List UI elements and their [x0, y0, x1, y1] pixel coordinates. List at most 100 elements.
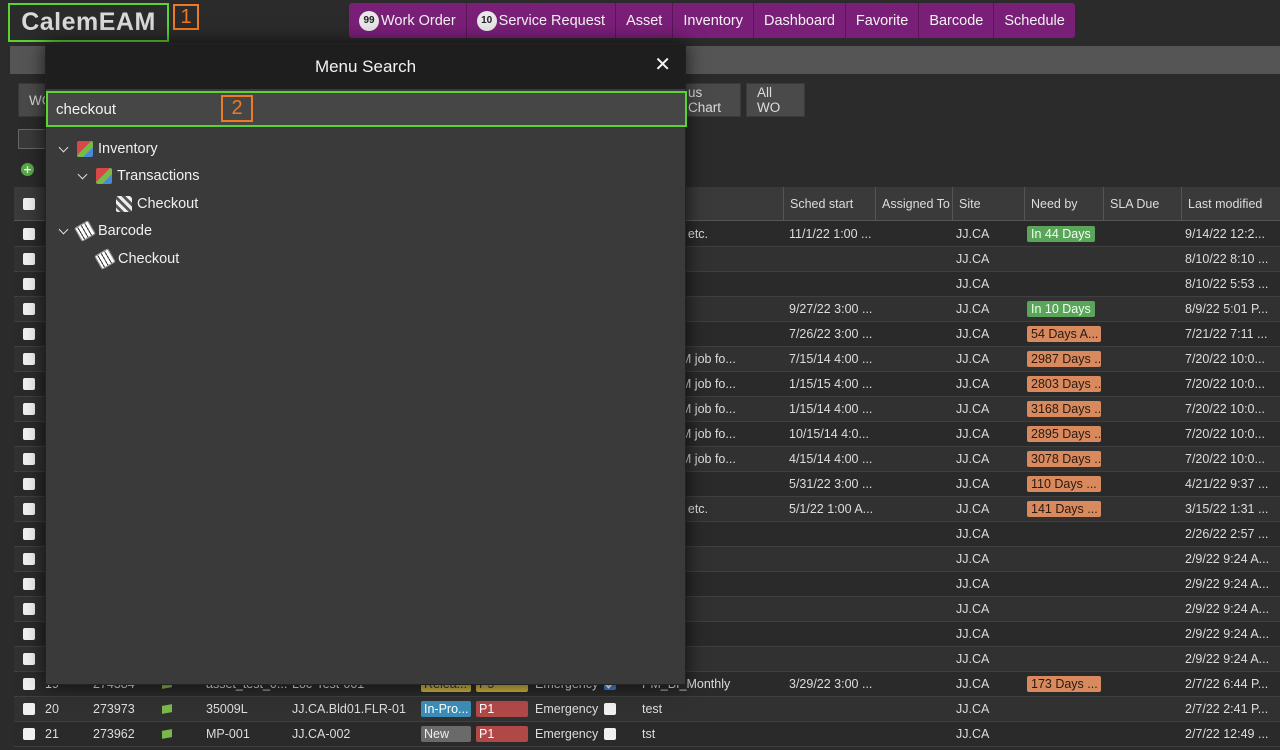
- tree-label: Checkout: [137, 196, 199, 212]
- top-nav: 99 Work Order 10 Service Request Asset Inv…: [349, 3, 1075, 38]
- row-checkbox[interactable]: [23, 703, 35, 715]
- nav-inventory[interactable]: Inventory: [673, 3, 754, 38]
- row-checkbox[interactable]: [23, 453, 35, 465]
- nav-barcode[interactable]: Barcode: [919, 3, 995, 38]
- tree-node-transactions[interactable]: Transactions: [77, 166, 200, 186]
- tab-status-chart[interactable]: us Chart: [685, 83, 741, 117]
- description-cell: tst: [642, 727, 656, 741]
- last-modified-cell: 2/9/22 9:24 A...: [1185, 577, 1270, 591]
- row-checkbox[interactable]: [23, 728, 35, 740]
- header-sla-due[interactable]: SLA Due: [1103, 187, 1181, 221]
- description-cell: test: [642, 702, 663, 716]
- nav-dashboard[interactable]: Dashboard: [754, 3, 846, 38]
- header-assigned-to[interactable]: Assigned To: [875, 187, 952, 221]
- asset-cell: MP-001: [206, 727, 250, 741]
- row-checkbox[interactable]: [23, 603, 35, 615]
- nav-service-request[interactable]: 10 Service Request: [467, 3, 617, 38]
- nav-favorite[interactable]: Favorite: [846, 3, 920, 38]
- tree-node-inventory[interactable]: Inventory: [58, 139, 158, 159]
- nav-asset[interactable]: Asset: [616, 3, 674, 38]
- last-modified-cell: 2/9/22 9:24 A...: [1185, 602, 1270, 616]
- need-by-badge: In 10 Days: [1027, 301, 1095, 317]
- need-by-cell: 141 Days ...: [1027, 497, 1103, 521]
- sched-start-cell: [789, 547, 875, 571]
- site-cell: JJ.CA: [956, 427, 990, 441]
- dialog-title: Menu Search: [46, 44, 685, 89]
- sched-start-cell: 9/27/22 3:00 ...: [789, 302, 873, 316]
- chevron-down-icon[interactable]: [58, 142, 69, 152]
- last-modified-cell: 7/20/22 10:0...: [1185, 377, 1265, 391]
- add-icon[interactable]: +: [21, 163, 34, 176]
- app-logo[interactable]: CalemEAM: [8, 3, 169, 42]
- row-checkbox[interactable]: [23, 328, 35, 340]
- row-checkbox[interactable]: [23, 503, 35, 515]
- header-need-by[interactable]: Need by: [1024, 187, 1103, 221]
- row-checkbox[interactable]: [23, 678, 35, 690]
- row-checkbox[interactable]: [23, 553, 35, 565]
- menu-search-input[interactable]: [56, 97, 666, 121]
- chevron-down-icon[interactable]: [77, 169, 88, 179]
- row-checkbox[interactable]: [23, 278, 35, 290]
- header-sched-start[interactable]: Sched start: [783, 187, 875, 221]
- last-modified-cell: 7/20/22 10:0...: [1185, 427, 1265, 441]
- barcode-icon: [74, 220, 96, 242]
- tree-label: Transactions: [117, 168, 200, 184]
- row-checkbox[interactable]: [23, 303, 35, 315]
- tab-all-wo[interactable]: All WO: [746, 83, 805, 117]
- emergency-checkbox[interactable]: [604, 728, 617, 740]
- wo-number[interactable]: 273973: [93, 697, 158, 721]
- need-by-badge: 2987 Days ...: [1027, 351, 1101, 367]
- site-cell: JJ.CA: [956, 452, 990, 466]
- last-modified-cell: 2/7/22 12:49 ...: [1185, 727, 1269, 741]
- header-last-modified[interactable]: Last modified: [1181, 187, 1280, 221]
- need-by-badge: 3168 Days ...: [1027, 401, 1101, 417]
- priority-badge: P1: [476, 701, 528, 717]
- sched-start-cell: 11/1/22 1:00 ...: [789, 227, 872, 241]
- header-site[interactable]: Site: [952, 187, 1024, 221]
- row-checkbox[interactable]: [23, 378, 35, 390]
- last-modified-cell: 2/9/22 9:24 A...: [1185, 552, 1270, 566]
- nav-work-order[interactable]: 99 Work Order: [349, 3, 467, 38]
- row-checkbox[interactable]: [23, 428, 35, 440]
- site-cell: JJ.CA: [956, 227, 990, 241]
- site-cell: JJ.CA: [956, 477, 990, 491]
- last-modified-cell: 2/7/22 2:41 P...: [1185, 702, 1269, 716]
- row-checkbox[interactable]: [23, 478, 35, 490]
- sched-start-cell: 7/15/14 4:00 ...: [789, 352, 873, 366]
- last-modified-cell: 8/10/22 5:53 ...: [1185, 277, 1269, 291]
- row-checkbox[interactable]: [23, 253, 35, 265]
- need-by-badge: 3078 Days ...: [1027, 451, 1101, 467]
- row-checkbox[interactable]: [23, 653, 35, 665]
- site-cell: JJ.CA: [956, 502, 990, 516]
- close-icon[interactable]: ✕: [654, 54, 671, 74]
- nav-schedule[interactable]: Schedule: [994, 3, 1074, 38]
- row-checkbox[interactable]: [23, 228, 35, 240]
- tree-node-inventory-checkout[interactable]: Checkout: [116, 194, 198, 214]
- last-modified-cell: 8/10/22 8:10 ...: [1185, 252, 1269, 266]
- flag-icon-cell: [162, 697, 192, 721]
- row-checkbox[interactable]: [23, 403, 35, 415]
- type-label: Emergency: [535, 727, 599, 741]
- row-checkbox[interactable]: [23, 628, 35, 640]
- need-by-cell: In 10 Days: [1027, 297, 1103, 321]
- site-cell: JJ.CA: [956, 552, 990, 566]
- sched-start-cell: 5/31/22 3:00 ...: [789, 477, 873, 491]
- row-checkbox[interactable]: [23, 353, 35, 365]
- tree-node-barcode[interactable]: Barcode: [58, 220, 152, 242]
- select-all-checkbox[interactable]: [23, 198, 35, 210]
- row-checkbox[interactable]: [23, 578, 35, 590]
- table-row[interactable]: 20 273973 35009L JJ.CA.Bld01.FLR-01 In-Pro..…: [14, 697, 1280, 722]
- tree-node-barcode-checkout[interactable]: Checkout: [94, 248, 179, 270]
- need-by-cell: 2987 Days ...: [1027, 347, 1103, 371]
- sched-start-cell: [789, 697, 875, 721]
- priority-badge: P1: [476, 726, 528, 742]
- chevron-down-icon[interactable]: [58, 224, 69, 234]
- status-cell: In-Pro...: [421, 697, 473, 721]
- emergency-checkbox[interactable]: [604, 703, 617, 715]
- need-by-badge: 141 Days ...: [1027, 501, 1101, 517]
- row-checkbox[interactable]: [23, 528, 35, 540]
- last-modified-cell: 7/20/22 10:0...: [1185, 402, 1265, 416]
- tree-label: Inventory: [98, 141, 158, 157]
- table-row[interactable]: 21 273962 MP-001 JJ.CA-002 New P1 Emergency tst…: [14, 722, 1280, 747]
- wo-number[interactable]: 273962: [93, 722, 158, 746]
